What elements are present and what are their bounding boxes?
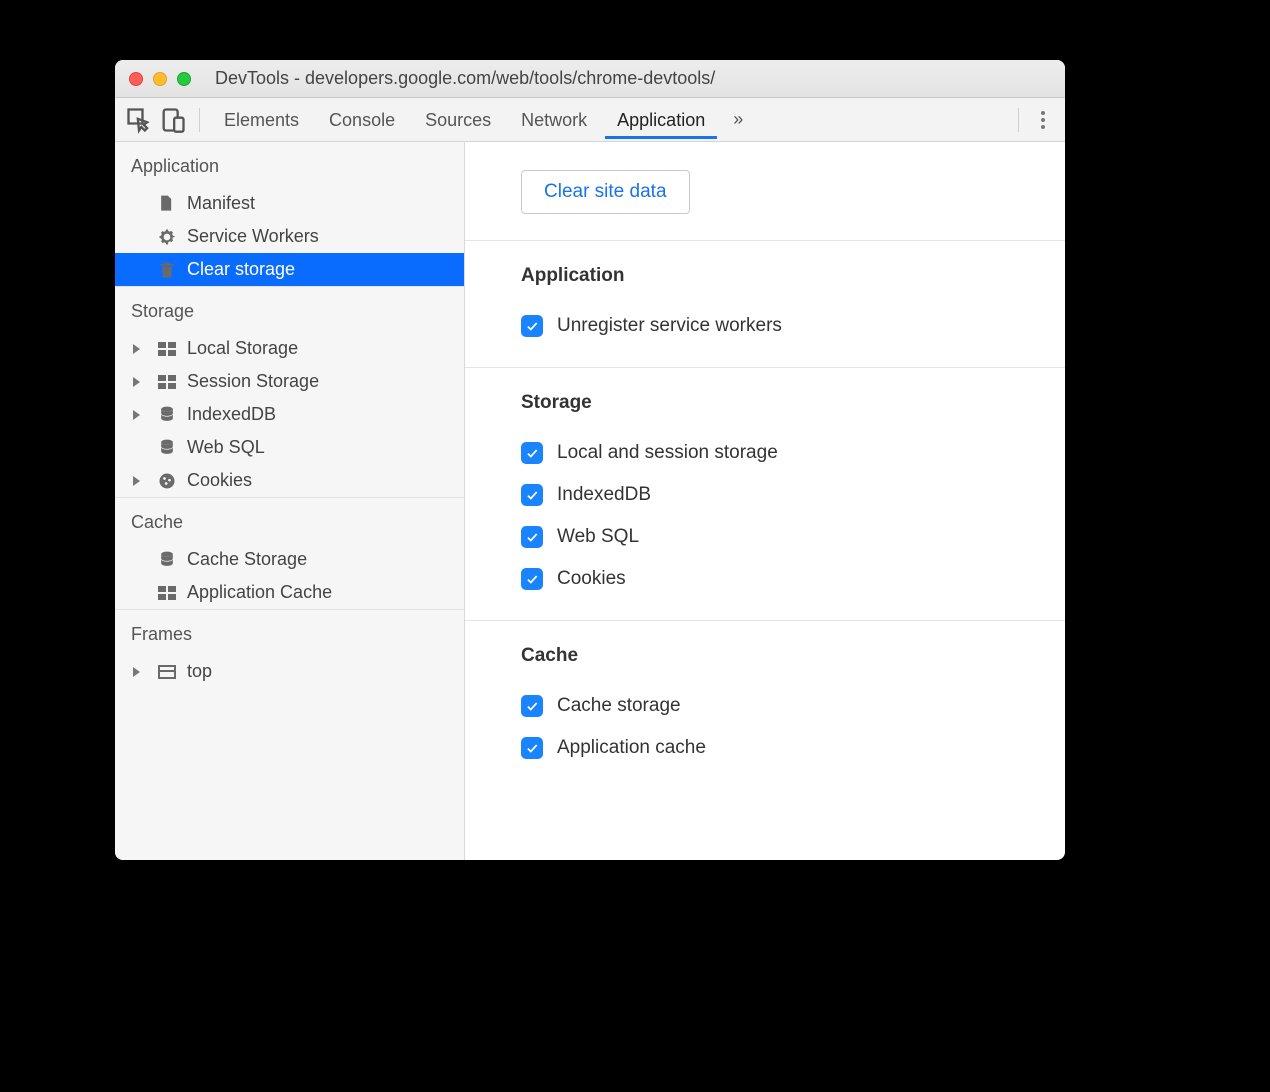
cookie-icon (157, 471, 177, 491)
main-section-application: Application Unregister service workers (465, 240, 1065, 367)
clear-site-data-button[interactable]: Clear site data (521, 170, 690, 214)
traffic-light-zoom[interactable] (177, 72, 191, 86)
sidebar-item-cache-storage[interactable]: Cache Storage (115, 543, 464, 576)
checkbox[interactable] (521, 442, 543, 464)
sidebar-group-title: Cache (115, 498, 464, 543)
checkbox-row: Cookies (521, 558, 1065, 600)
checkbox[interactable] (521, 695, 543, 717)
checkbox[interactable] (521, 526, 543, 548)
checkbox-label: Unregister service workers (557, 315, 782, 337)
checkbox[interactable] (521, 315, 543, 337)
sidebar-item-label: Cache Storage (187, 549, 307, 570)
checkbox[interactable] (521, 484, 543, 506)
file-icon (157, 194, 177, 214)
section-heading: Storage (521, 392, 1065, 414)
checkbox-row: IndexedDB (521, 474, 1065, 516)
sidebar-item-web-sql[interactable]: Web SQL (115, 431, 464, 464)
expand-arrow-icon[interactable] (133, 410, 140, 420)
traffic-light-minimize[interactable] (153, 72, 167, 86)
traffic-light-close[interactable] (129, 72, 143, 86)
grid-icon (157, 583, 177, 603)
sidebar-item-label: Session Storage (187, 371, 319, 392)
sidebar-item-indexeddb[interactable]: IndexedDB (115, 398, 464, 431)
grid-icon (157, 372, 177, 392)
sidebar-group-title: Application (115, 142, 464, 187)
sidebar-item-cookies[interactable]: Cookies (115, 464, 464, 497)
devtools-window: DevTools - developers.google.com/web/too… (115, 60, 1065, 860)
sidebar-item-label: Manifest (187, 193, 255, 214)
window-title: DevTools - developers.google.com/web/too… (215, 68, 715, 89)
sidebar-item-application-cache[interactable]: Application Cache (115, 576, 464, 609)
sidebar-item-label: Cookies (187, 470, 252, 491)
frame-icon (157, 662, 177, 682)
section-heading: Application (521, 265, 1065, 287)
sidebar-item-label: IndexedDB (187, 404, 276, 425)
database-icon (157, 438, 177, 458)
tabbar-separator-2 (1018, 108, 1019, 132)
checkbox-row: Cache storage (521, 685, 1065, 727)
main-panel: Clear site data Application Unregister se… (465, 142, 1065, 860)
tab-application[interactable]: Application (605, 101, 717, 139)
checkbox[interactable] (521, 568, 543, 590)
checkbox-row: Unregister service workers (521, 305, 1065, 347)
sidebar-item-label: top (187, 661, 212, 682)
tabbar-separator (199, 108, 200, 132)
device-toggle-icon[interactable] (159, 106, 187, 134)
checkbox-label: Cache storage (557, 695, 681, 717)
sidebar-item-label: Clear storage (187, 259, 295, 280)
checkbox-label: Cookies (557, 568, 626, 590)
inspect-icon[interactable] (125, 106, 153, 134)
sidebar-group-title: Frames (115, 610, 464, 655)
sidebar-item-manifest[interactable]: Manifest (115, 187, 464, 220)
main-section-storage: Storage Local and session storage IndexedD… (465, 367, 1065, 620)
checkbox-label: Web SQL (557, 526, 639, 548)
database-icon (157, 550, 177, 570)
checkbox-row: Local and session storage (521, 432, 1065, 474)
main-section-cache: Cache Cache storage Application cache (465, 620, 1065, 789)
checkbox-label: Application cache (557, 737, 706, 759)
sidebar-item-session-storage[interactable]: Session Storage (115, 365, 464, 398)
checkbox-row: Application cache (521, 727, 1065, 769)
sidebar-item-label: Service Workers (187, 226, 319, 247)
checkbox-label: IndexedDB (557, 484, 651, 506)
expand-arrow-icon[interactable] (133, 476, 140, 486)
checkbox-row: Web SQL (521, 516, 1065, 558)
expand-arrow-icon[interactable] (133, 667, 140, 677)
checkbox-label: Local and session storage (557, 442, 778, 464)
sidebar-item-top[interactable]: top (115, 655, 464, 688)
sidebar-item-label: Web SQL (187, 437, 265, 458)
sidebar-item-label: Application Cache (187, 582, 332, 603)
sidebar-item-service-workers[interactable]: Service Workers (115, 220, 464, 253)
expand-arrow-icon[interactable] (133, 377, 140, 387)
mac-titlebar: DevTools - developers.google.com/web/too… (115, 60, 1065, 98)
sidebar-item-clear-storage[interactable]: Clear storage (115, 253, 464, 286)
section-heading: Cache (521, 645, 1065, 667)
grid-icon (157, 339, 177, 359)
gear-icon (157, 227, 177, 247)
sidebar-item-label: Local Storage (187, 338, 298, 359)
sidebar-group-title: Storage (115, 287, 464, 332)
sidebar-item-local-storage[interactable]: Local Storage (115, 332, 464, 365)
tab-network[interactable]: Network (509, 101, 599, 139)
sidebar: Application Manifest Service Workers Clear … (115, 142, 465, 860)
tabs-overflow-icon[interactable]: » (723, 109, 753, 130)
tab-elements[interactable]: Elements (212, 101, 311, 139)
expand-arrow-icon[interactable] (133, 344, 140, 354)
checkbox[interactable] (521, 737, 543, 759)
devtools-tabbar: Elements Console Sources Network Applica… (115, 98, 1065, 142)
tab-sources[interactable]: Sources (413, 101, 503, 139)
tab-console[interactable]: Console (317, 101, 407, 139)
trash-icon (157, 260, 177, 280)
kebab-menu-icon[interactable] (1031, 111, 1055, 129)
database-icon (157, 405, 177, 425)
